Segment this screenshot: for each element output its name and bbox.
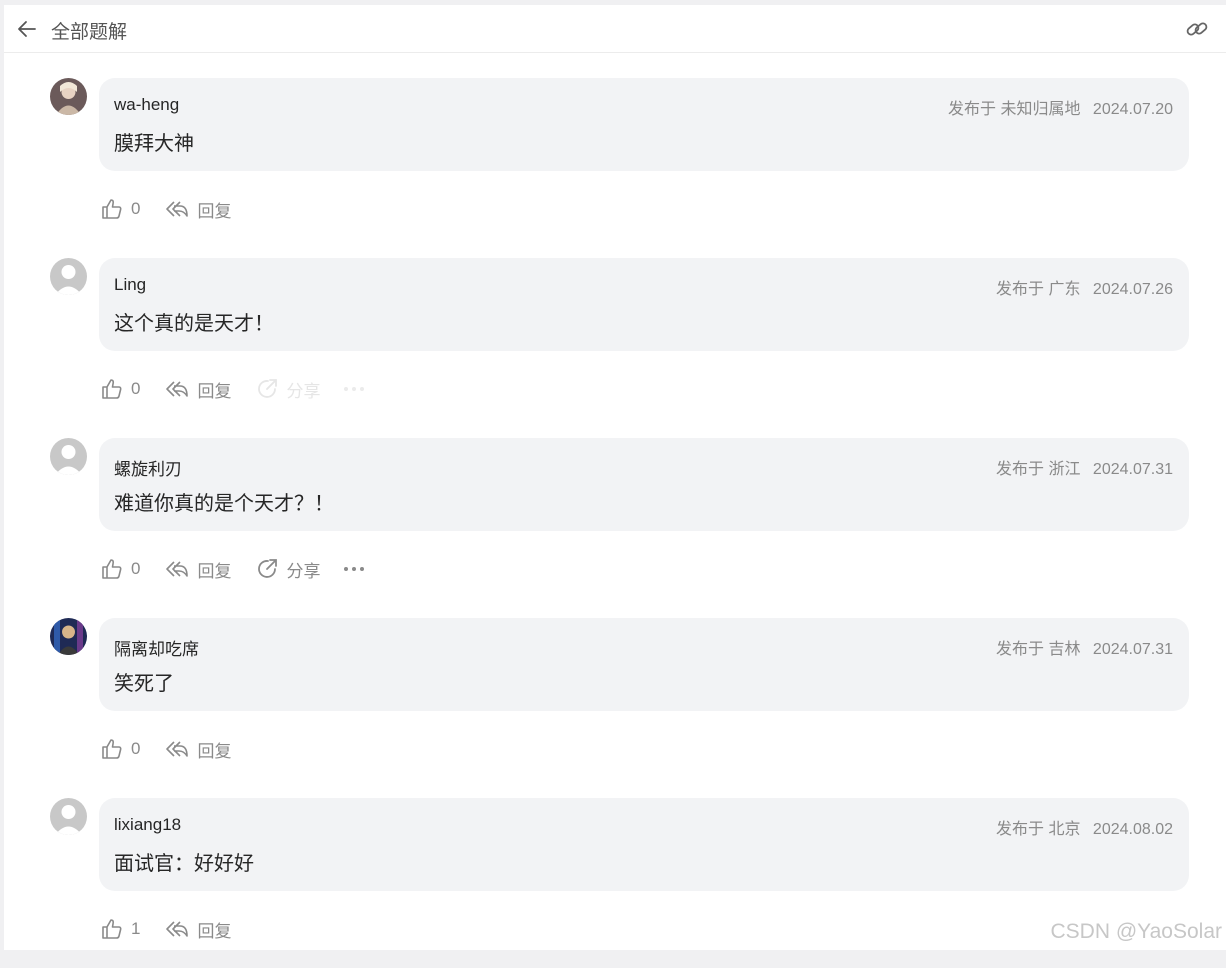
post-date: 2024.07.20 [1092,101,1173,118]
solutions-panel: 全部题解 wa-heng 发布于 未知归属地 2024.07.20 膜拜大神 0… [4,5,1226,950]
like-count: 0 [131,199,141,218]
avatar[interactable] [50,438,87,475]
reply-button[interactable]: 回复 [164,917,231,942]
posted-prefix: 发布于 [947,101,996,118]
location: 北京 [1048,821,1081,838]
comment-actions: 0 回复 [100,195,255,223]
more-options-button[interactable] [344,567,368,571]
thumbs-up-icon [102,199,122,219]
like-count: 0 [131,739,141,758]
comment-item: lixiang18 发布于 北京 2024.08.02 面试官：好好好 1 回复 [4,798,1226,968]
reply-button[interactable]: 回复 [164,557,231,582]
like-button[interactable]: 1 [100,917,140,941]
username[interactable]: Ling [114,275,146,295]
comment-bubble: lixiang18 发布于 北京 2024.08.02 面试官：好好好 [99,798,1189,891]
location: 浙江 [1048,461,1081,478]
avatar[interactable] [50,618,87,655]
reply-icon [166,561,189,577]
posted-prefix: 发布于 [995,641,1044,658]
share-button[interactable]: 分享 [255,377,320,402]
default-avatar-icon [50,438,87,475]
comment-bubble: Ling 发布于 广东 2024.07.26 这个真的是天才！ [99,258,1189,351]
reply-button[interactable]: 回复 [164,737,231,762]
comment-bubble: 螺旋利刃 发布于 浙江 2024.07.31 难道你真的是个天才？！ [99,438,1189,531]
share-button[interactable]: 分享 [255,557,320,582]
reply-label: 回复 [197,381,232,401]
avatar[interactable] [50,78,87,115]
post-date: 2024.07.31 [1092,461,1173,478]
like-button[interactable]: 0 [100,197,140,221]
comment-content: 面试官：好好好 [114,853,254,875]
like-button[interactable]: 0 [100,557,140,581]
like-count: 1 [131,919,141,938]
comment-actions: 0 回复 分享 [100,375,368,403]
share-icon [258,379,278,398]
thumbs-up-icon [102,379,122,399]
posted-prefix: 发布于 [995,461,1044,478]
comment-meta: 发布于 未知归属地 2024.07.20 [948,95,1173,119]
comment-item: 隔离却吃席 发布于 吉林 2024.07.31 笑死了 0 回复 [4,618,1226,788]
reply-icon [166,741,189,757]
link-icon[interactable] [1184,17,1210,41]
thumbs-up-icon [102,739,122,759]
location: 未知归属地 [1000,101,1081,118]
comment-content: 笑死了 [114,673,174,695]
username[interactable]: lixiang18 [114,815,181,835]
like-button[interactable]: 0 [100,377,140,401]
avatar[interactable] [50,258,87,295]
posted-prefix: 发布于 [995,821,1044,838]
thumbs-up-icon [102,919,122,939]
username[interactable]: 螺旋利刃 [114,455,182,480]
comment-meta: 发布于 北京 2024.08.02 [996,815,1173,839]
comment-meta: 发布于 浙江 2024.07.31 [996,455,1173,479]
share-label: 分享 [286,561,321,581]
reply-button[interactable]: 回复 [164,377,231,402]
user-photo-icon [50,78,87,115]
comment-meta: 发布于 广东 2024.07.26 [996,275,1173,299]
watermark: CSDN @YaoSolar [1050,920,1223,943]
arrow-left-icon[interactable] [16,18,38,40]
like-count: 0 [131,379,141,398]
reply-label: 回复 [197,561,232,581]
post-date: 2024.07.26 [1092,281,1173,298]
location: 吉林 [1048,641,1081,658]
reply-button[interactable]: 回复 [164,197,231,222]
more-options-button[interactable] [344,387,368,391]
default-avatar-icon [50,798,87,835]
reply-label: 回复 [197,921,232,941]
user-photo-icon [50,618,87,655]
reply-icon [166,201,189,217]
reply-label: 回复 [197,201,232,221]
reply-label: 回复 [197,741,232,761]
comment-bubble: 隔离却吃席 发布于 吉林 2024.07.31 笑死了 [99,618,1189,711]
posted-prefix: 发布于 [995,281,1044,298]
reply-icon [166,381,189,397]
username[interactable]: 隔离却吃席 [114,635,199,660]
comment-actions: 0 回复 [100,735,255,763]
like-button[interactable]: 0 [100,737,140,761]
comment-item: wa-heng 发布于 未知归属地 2024.07.20 膜拜大神 0 回复 [4,78,1226,248]
location: 广东 [1048,281,1081,298]
reply-icon [166,921,189,937]
avatar[interactable] [50,798,87,835]
comment-content: 这个真的是天才！ [114,313,274,335]
comment-actions: 0 回复 分享 [100,555,368,583]
default-avatar-icon [50,258,87,295]
share-label: 分享 [286,381,321,401]
comment-item: Ling 发布于 广东 2024.07.26 这个真的是天才！ 0 回复 分享 [4,258,1226,428]
comment-actions: 1 回复 [100,915,255,943]
comment-bubble: wa-heng 发布于 未知归属地 2024.07.20 膜拜大神 [99,78,1189,171]
page-title: 全部题解 [51,22,128,43]
comment-content: 难道你真的是个天才？！ [114,493,334,515]
like-count: 0 [131,559,141,578]
post-date: 2024.08.02 [1092,821,1173,838]
post-date: 2024.07.31 [1092,641,1173,658]
header: 全部题解 [4,5,1226,53]
share-icon [258,559,278,578]
username[interactable]: wa-heng [114,95,179,115]
comment-meta: 发布于 吉林 2024.07.31 [996,635,1173,659]
thumbs-up-icon [102,559,122,579]
comment-item: 螺旋利刃 发布于 浙江 2024.07.31 难道你真的是个天才？！ 0 回复 … [4,438,1226,608]
comment-content: 膜拜大神 [114,133,194,155]
